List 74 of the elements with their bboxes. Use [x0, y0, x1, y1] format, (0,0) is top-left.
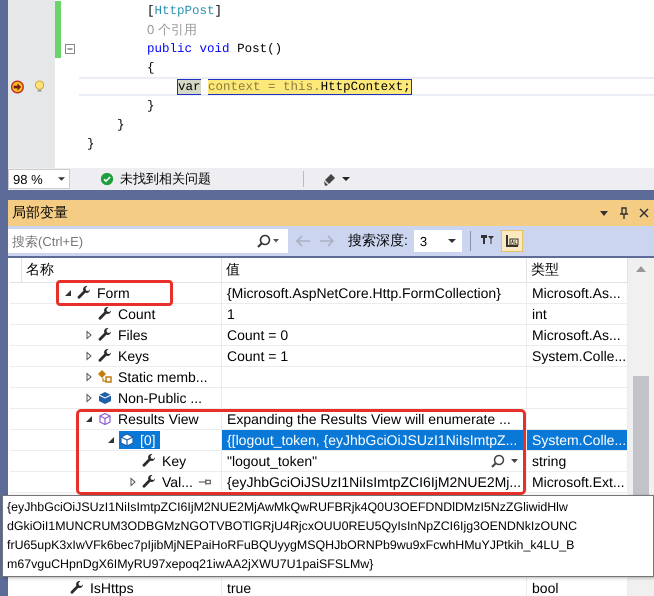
code-line: {: [146, 60, 155, 74]
caret-icon[interactable]: [448, 239, 456, 243]
column-header[interactable]: 值: [222, 258, 527, 282]
variable-type: bool: [532, 580, 558, 596]
static-members-icon: [97, 369, 113, 385]
variable-type: Microsoft.As...: [532, 285, 621, 301]
triangle-icon[interactable]: [84, 372, 94, 382]
variable-value: {eyJhbGciOiJSUzI1NiIsImtpZCI6IjM2NUE2Mj...: [227, 474, 522, 490]
code-line: public void Post(): [146, 42, 282, 56]
variable-name[interactable]: IsHttps: [69, 579, 138, 596]
caret-icon[interactable]: [58, 177, 65, 181]
wrench-icon: [97, 348, 113, 364]
triangle-icon[interactable]: [63, 288, 73, 298]
wrench-icon: [141, 453, 157, 469]
search-icon[interactable]: [256, 234, 280, 248]
code-line: }: [87, 136, 95, 150]
wrench-icon: [69, 580, 85, 596]
search-options-button[interactable]: [256, 229, 288, 253]
variable-value: "logout_token": [227, 453, 318, 469]
variable-name[interactable]: Files: [97, 326, 152, 344]
cube-icon: [97, 390, 113, 406]
triangle-icon[interactable]: [128, 477, 138, 487]
code-line: }: [116, 118, 125, 132]
variable-value: {Microsoft.AspNetCore.Http.FormCollection}: [227, 285, 501, 301]
variable-value: Count = 1: [227, 348, 288, 364]
cube-icon: [119, 432, 135, 448]
variable-name[interactable]: Form: [76, 284, 134, 302]
code-line: var context = this.HttpContext;: [176, 80, 412, 94]
search-field[interactable]: 搜索(Ctrl+E): [8, 229, 256, 253]
code-line: }: [146, 98, 155, 112]
variable-type: Microsoft.As...: [532, 327, 621, 343]
issues-status: 未找到相关问题: [120, 170, 211, 188]
wrench-icon: [97, 327, 113, 343]
code-line: [HttpPost]: [146, 4, 222, 18]
zoom-dropdown[interactable]: 98 %: [8, 169, 70, 189]
variable-type: Microsoft.Ext...: [532, 474, 625, 490]
triangle-icon[interactable]: [84, 414, 94, 424]
close-icon[interactable]: [638, 207, 650, 219]
variable-type: System.Colle...: [532, 432, 626, 448]
triangle-icon[interactable]: [84, 351, 94, 361]
variable-name[interactable]: Results View: [97, 410, 203, 428]
variable-type: int: [532, 306, 547, 322]
variable-name[interactable]: Val...: [141, 473, 197, 491]
variable-type: System.Colle...: [532, 348, 626, 364]
variable-name[interactable]: Count: [97, 305, 160, 323]
value-tooltip: {eyJhbGciOiJSUzI1NiIsImtpZCI6IjM2NUE2MjAwMkQwRUFBRjk4Q0U3OEFDNDlDMzI5NzZGliwidHlw dGkiOiI1MUNCRUM3ODBGMzNGOTVBOTlGRjU4RjcxOUU0REU5QyIsInNpZCI6Ijg3OENDNkIzOUNC frU65upK3xIwVFk6bec7pIjibMjNEPaiHoRFuBQUyygMSQHJbORNPb9wu9xFcwhHMuYJPtkih_k4LU_B m67vguCHpnDgX6IMyRU97xepoq21iwAA2jXWU7U1paiSFSLMw}: [2, 495, 654, 577]
wrench-icon: [141, 474, 157, 490]
search-depth-label: 搜索深度:: [348, 232, 408, 250]
variable-value: Expanding the Results View will enumerate ...: [227, 411, 511, 427]
triangle-icon[interactable]: [84, 393, 94, 403]
column-header[interactable]: 名称: [22, 258, 222, 282]
brush-dropdown-icon[interactable]: [322, 171, 352, 187]
check-circle-icon: [100, 172, 114, 186]
triangle-icon[interactable]: [84, 330, 94, 340]
variable-type: string: [532, 453, 566, 469]
variable-name[interactable]: Keys: [97, 347, 154, 365]
variable-name[interactable]: Non-Public ...: [97, 389, 206, 407]
magnifier-dropdown-icon[interactable]: [490, 454, 520, 468]
variable-name[interactable]: [0]: [119, 431, 160, 449]
triangle-icon[interactable]: [106, 435, 116, 445]
variable-name[interactable]: Static memb...: [97, 368, 212, 386]
search-depth-dropdown[interactable]: 3: [414, 230, 462, 252]
variable-value: true: [227, 580, 252, 596]
variable-name[interactable]: Key: [141, 452, 190, 470]
wrench-icon: [76, 285, 92, 301]
variable-value: {[logout_token, {eyJhbGciOiJSUzI1NiIsImtpZ...: [227, 432, 518, 448]
variable-value: Count = 0: [227, 327, 288, 343]
wrench-icon: [97, 306, 113, 322]
pin-icon[interactable]: [618, 207, 630, 219]
collapse-icon[interactable]: [65, 44, 75, 54]
cube-icon: [97, 411, 113, 427]
variable-value: 1: [227, 306, 235, 322]
panel-title: 局部变量: [12, 204, 68, 222]
pin-icon[interactable]: [198, 477, 212, 487]
